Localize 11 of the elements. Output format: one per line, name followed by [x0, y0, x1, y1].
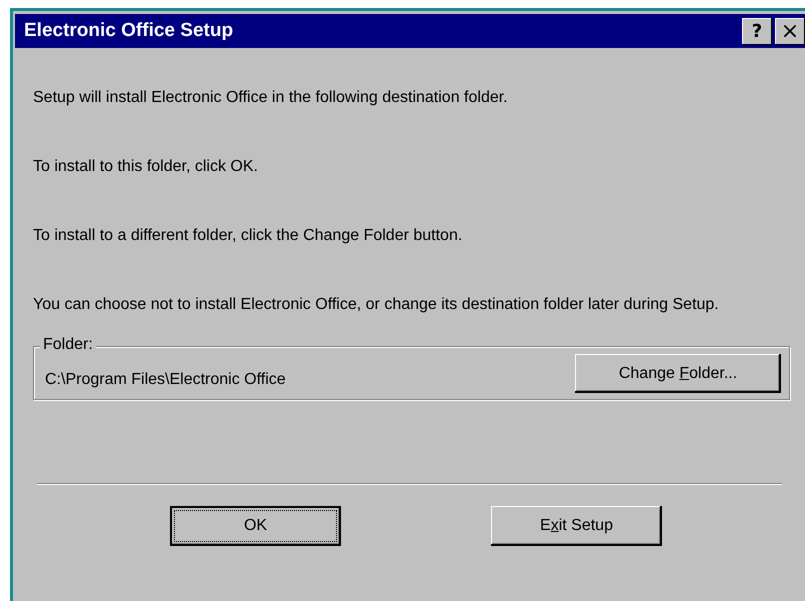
- message-text: To install to this folder, click OK.: [33, 157, 259, 177]
- change-folder-button[interactable]: Change Folder...: [575, 354, 781, 393]
- folder-path: C:\Program Files\Electronic Office: [45, 370, 286, 388]
- window-title: Electronic Office Setup: [24, 20, 234, 42]
- exit-setup-button[interactable]: Exit Setup: [491, 506, 662, 546]
- help-button[interactable]: ?: [742, 18, 772, 44]
- message-text: To install to a different folder, click the Change Folder button.: [33, 226, 464, 246]
- message-text: Setup will install Electronic Office in the following destination folder.: [33, 88, 509, 108]
- ok-button[interactable]: OK: [170, 506, 341, 546]
- message-text: You can choose not to install Electronic Office, or change its destination folder later during Setup.: [33, 295, 720, 315]
- close-button[interactable]: ×: [775, 18, 805, 44]
